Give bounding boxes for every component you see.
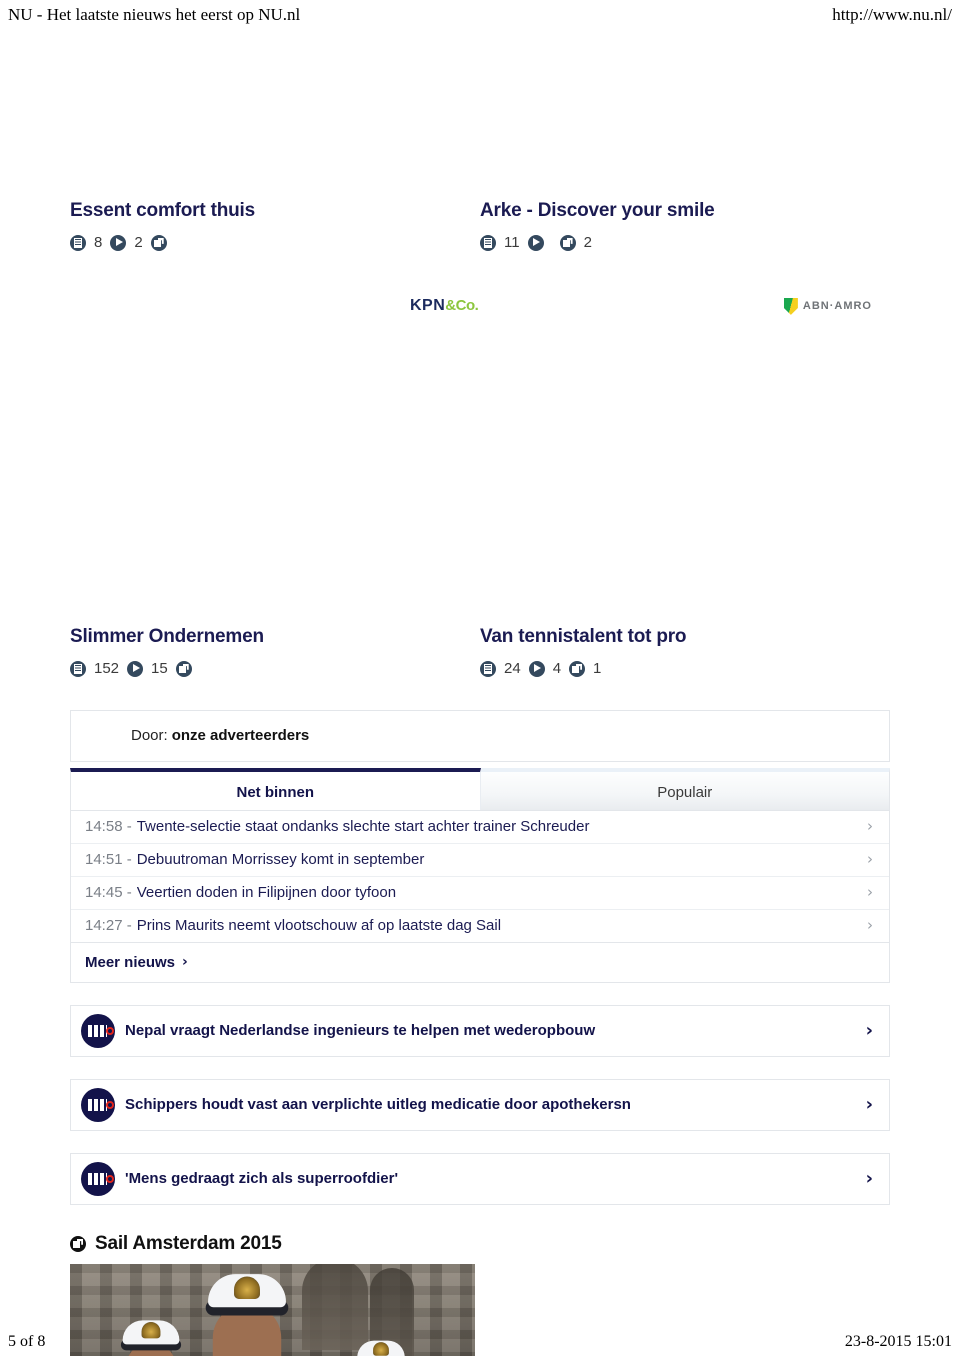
news-time: 14:58 -: [85, 818, 132, 836]
print-header: NU - Het laatste nieuws het eerst op NU.…: [0, 0, 960, 34]
photo-count: 2: [583, 234, 592, 252]
featured-article-card[interactable]: Nepal vraagt Nederlandse ingenieurs te h…: [70, 1004, 890, 1057]
nu-logo-bars: [88, 1024, 107, 1037]
print-footer: 5 of 8 23-8-2015 15:01: [0, 1327, 960, 1351]
news-list-item[interactable]: 14:27 - Prins Maurits neemt vlootschouw …: [71, 910, 889, 943]
article-icon: [480, 660, 496, 677]
news-list-item[interactable]: 14:45 - Veertien doden in Filipijnen doo…: [71, 877, 889, 910]
tab-net-binnen[interactable]: Net binnen: [70, 767, 481, 810]
featured-article-title: Nepal vraagt Nederlandse ingenieurs te h…: [125, 1022, 596, 1040]
article-icon: [70, 234, 86, 251]
chevron-right-icon: ›: [867, 916, 873, 935]
advertiser-prefix: Door:: [131, 727, 168, 745]
news-list-item[interactable]: 14:51 - Debuutroman Morrissey komt in se…: [71, 844, 889, 877]
promo-stats: 152 15: [70, 658, 480, 680]
news-headline: Prins Maurits neemt vlootschouw af op la…: [136, 917, 502, 935]
nu-logo-dot: [106, 1026, 114, 1035]
kpn-logo-primary: KPN: [410, 296, 446, 314]
photo-icon: [569, 660, 586, 677]
article-count: 8: [94, 234, 103, 252]
promo-tile-essent[interactable]: Essent comfort thuis 8 2: [70, 200, 480, 254]
promo-row-bottom: Slimmer Ondernemen 152 15 Van tennistale…: [70, 626, 890, 680]
promo-title: Van tennistalent tot pro: [480, 625, 687, 647]
nu-nl-logo-icon: [81, 1013, 115, 1048]
more-news-label: Meer nieuws: [85, 953, 176, 971]
kpn-logo-secondary: &Co.: [445, 296, 479, 314]
nu-logo-bars: [88, 1172, 107, 1185]
photo-count: 1: [593, 660, 602, 678]
photo-icon: [150, 234, 167, 251]
promo-stats: 8 2: [70, 232, 480, 254]
promo-tile-tennistalent[interactable]: Van tennistalent tot pro 24 4 1: [480, 626, 890, 680]
nu-logo-dot: [106, 1174, 114, 1183]
promo-stats: 24 4 1: [480, 658, 890, 680]
advertiser-attribution-bar: Door: onze adverteerders: [70, 709, 890, 762]
news-headline: Debuutroman Morrissey komt in september: [136, 851, 425, 869]
featured-article-card[interactable]: 'Mens gedraagt zich als superroofdier' ›: [70, 1152, 890, 1205]
tab-populair[interactable]: Populair: [480, 767, 890, 810]
news-time: 14:45 -: [85, 884, 132, 902]
promo-tile-arke[interactable]: Arke - Discover your smile 11 2: [480, 200, 890, 254]
kpn-logo[interactable]: KPN&Co.: [410, 296, 479, 314]
print-timestamp: 23-8-2015 15:01: [844, 1333, 952, 1350]
featured-article-title: Schippers houdt vast aan verplichte uitl…: [125, 1096, 631, 1114]
nu-logo-bars: [88, 1098, 107, 1111]
news-list: 14:58 - Twente-selectie staat ondanks sl…: [70, 810, 890, 943]
abn-amro-logo[interactable]: ABN·AMRO: [783, 297, 872, 315]
chevron-right-icon: ›: [867, 883, 873, 902]
featured-article-title: 'Mens gedraagt zich als superroofdier': [125, 1170, 399, 1188]
news-headline: Veertien doden in Filipijnen door tyfoon: [136, 884, 397, 902]
promo-row-top: Essent comfort thuis 8 2 Arke - Discover…: [70, 200, 890, 254]
nu-nl-logo-icon: [81, 1087, 115, 1122]
brand-logo-row: KPN&Co. ABN·AMRO: [70, 290, 890, 336]
dossier-header[interactable]: Sail Amsterdam 2015: [70, 1233, 890, 1255]
video-icon: [527, 234, 544, 251]
chevron-right-icon: ›: [865, 1167, 873, 1189]
page-number: 5 of 8: [8, 1333, 46, 1350]
article-count: 152: [94, 660, 120, 678]
news-headline: Twente-selectie staat ondanks slechte st…: [136, 818, 590, 836]
dossier-title: Sail Amsterdam 2015: [95, 1232, 282, 1254]
photo-icon: [559, 234, 576, 251]
article-count: 24: [504, 660, 521, 678]
video-count: 15: [151, 660, 168, 678]
article-icon: [70, 660, 86, 677]
shield-icon: [783, 297, 798, 315]
news-list-item[interactable]: 14:58 - Twente-selectie staat ondanks sl…: [71, 811, 889, 844]
video-count: 2: [134, 234, 143, 252]
print-header-url: http://www.nu.nl/: [832, 5, 952, 24]
news-tabs: Net binnen Populair: [70, 767, 890, 811]
promo-stats: 11 2: [480, 232, 890, 254]
featured-article-card[interactable]: Schippers houdt vast aan verplichte uitl…: [70, 1078, 890, 1131]
promo-title: Essent comfort thuis: [70, 200, 255, 221]
print-header-title: NU - Het laatste nieuws het eerst op NU.…: [8, 5, 301, 24]
chevron-right-icon: ›: [867, 817, 873, 836]
chevron-right-icon: ›: [867, 850, 873, 869]
chevron-right-icon: ›: [865, 1019, 873, 1041]
news-time: 14:51 -: [85, 851, 132, 869]
video-icon: [110, 234, 127, 251]
promo-tile-slimmer-ondernemen[interactable]: Slimmer Ondernemen 152 15: [70, 626, 480, 680]
news-time: 14:27 -: [85, 917, 132, 935]
page-content: Essent comfort thuis 8 2 Arke - Discover…: [70, 200, 890, 1356]
chevron-right-icon: ›: [182, 954, 188, 971]
video-count: 4: [552, 660, 562, 678]
photo-icon: [175, 660, 192, 677]
photo-icon: [70, 1235, 86, 1252]
video-icon: [528, 660, 545, 677]
abn-amro-logo-text: ABN·AMRO: [802, 300, 872, 313]
nu-nl-logo-icon: [81, 1161, 115, 1196]
article-icon: [480, 234, 496, 251]
promo-title: Slimmer Ondernemen: [70, 625, 264, 647]
article-count: 11: [504, 234, 520, 252]
video-icon: [127, 660, 144, 677]
nu-logo-dot: [106, 1100, 114, 1109]
more-news-link[interactable]: Meer nieuws ›: [70, 942, 890, 983]
advertiser-name[interactable]: onze adverteerders: [172, 727, 310, 744]
promo-title: Arke - Discover your smile: [480, 200, 715, 221]
chevron-right-icon: ›: [865, 1093, 873, 1115]
